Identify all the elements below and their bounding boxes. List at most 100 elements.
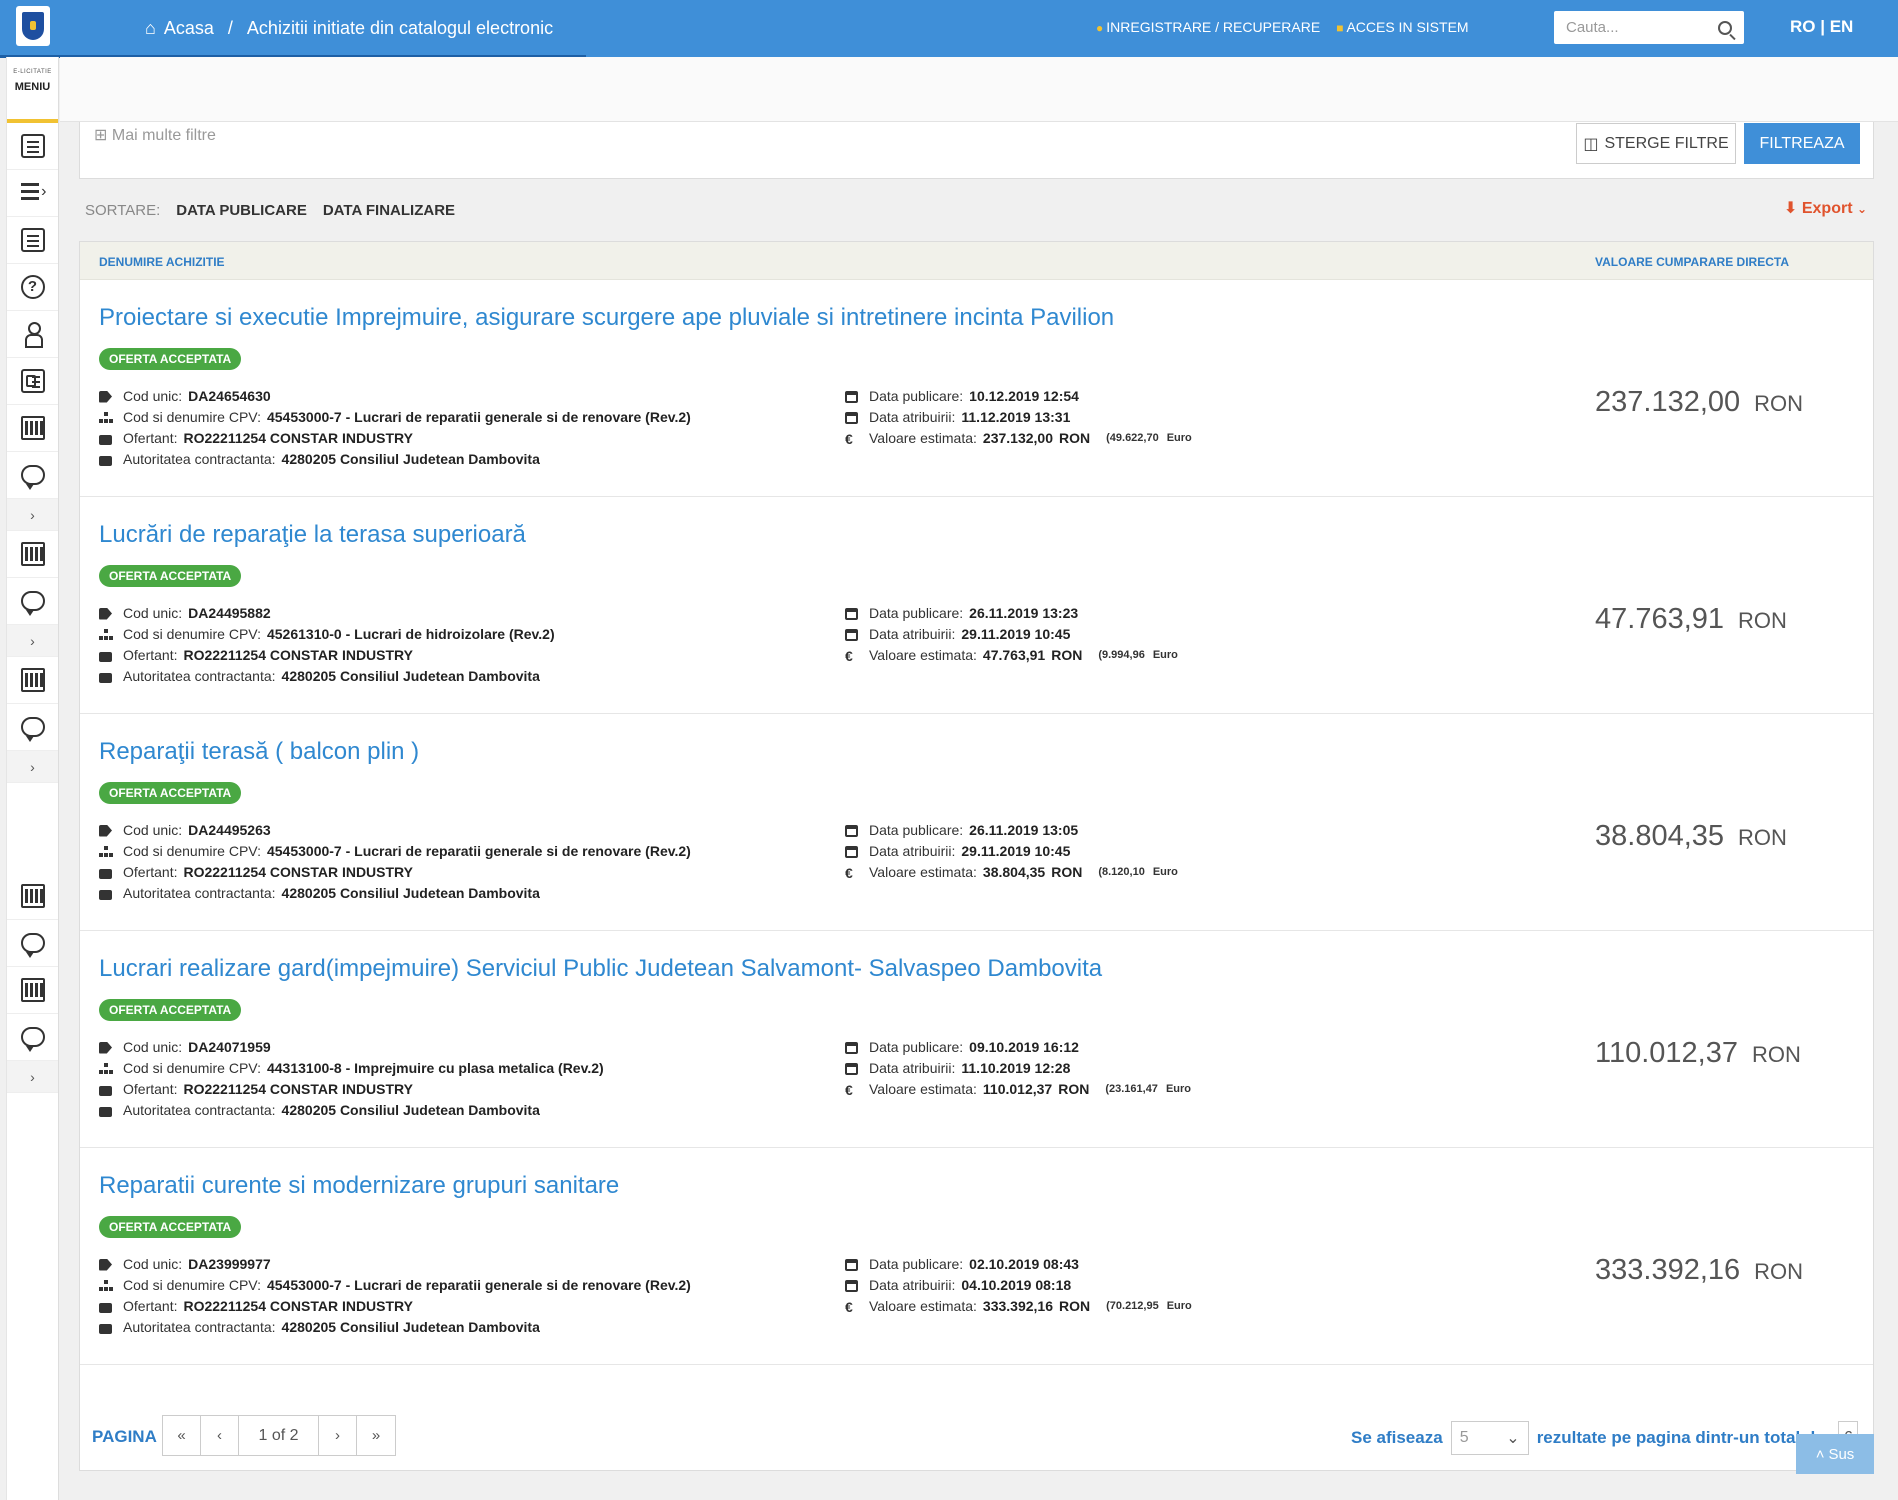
- procurement-title-link[interactable]: Lucrari realizare gard(impejmuire) Servi…: [99, 955, 1102, 983]
- search-input[interactable]: Cauta...: [1554, 11, 1744, 44]
- estimated-value: 110.012,37: [982, 1081, 1053, 1097]
- euro-label: Euro: [1152, 866, 1178, 878]
- question-icon: ?: [20, 275, 45, 299]
- award-date: 11.12.2019 13:31: [961, 409, 1071, 425]
- details-right: Data publicare: 26.11.2019 13:05 Data atr…: [845, 820, 1178, 883]
- user-icon: [21, 322, 45, 348]
- procurement-title-link[interactable]: Reparaţii terasă ( balcon plin ): [99, 738, 419, 766]
- trash-icon: ◫: [1583, 135, 1599, 153]
- sidebar-item-documents[interactable]: [7, 123, 58, 170]
- sidebar-item-catalog-4[interactable]: [7, 873, 58, 920]
- sitemap-icon: [99, 1279, 112, 1292]
- procurement-title-link[interactable]: Proiectare si executie Imprejmuire, asig…: [99, 304, 1114, 332]
- breadcrumb-separator: /: [227, 18, 233, 38]
- sidebar-item-certificates[interactable]: [7, 217, 58, 264]
- per-page-select[interactable]: 5 ⌄: [1450, 1421, 1529, 1455]
- sidebar-expand-3[interactable]: ›: [7, 751, 58, 783]
- table-row: Lucrari realizare gard(impejmuire) Servi…: [80, 931, 1873, 1148]
- register-link[interactable]: ● INREGISTRARE / RECUPERARE: [1096, 19, 1320, 35]
- sitemap-icon: [99, 411, 112, 424]
- chat-icon: [20, 465, 45, 490]
- pagination: PAGINA « ‹ 1 of 2 › » Se afiseaza 5 ⌄ re…: [80, 1397, 1873, 1457]
- publish-date-line: Data publicare: 26.11.2019 13:05: [845, 820, 1178, 841]
- sidebar-expand-1[interactable]: ›: [7, 499, 58, 531]
- sidebar-expand-4[interactable]: ›: [7, 1061, 58, 1093]
- next-page-button[interactable]: ›: [319, 1416, 357, 1455]
- value-currency: RON: [1754, 391, 1804, 416]
- search-icon[interactable]: [1718, 20, 1732, 35]
- euro-label: Euro: [1166, 432, 1192, 444]
- briefcase-icon: [99, 651, 112, 662]
- sidebar-item-chat-5[interactable]: [7, 1014, 58, 1061]
- clear-filters-button[interactable]: ◫ STERGE FILTRE: [1576, 123, 1736, 164]
- sidebar-item-chat-3[interactable]: [7, 704, 58, 751]
- procurement-title-link[interactable]: Lucrări de reparaţie la terasa superioar…: [99, 521, 526, 549]
- procurement-title-link[interactable]: Reparatii curente si modernizare grupuri…: [99, 1172, 619, 1200]
- euro-label: Euro: [1165, 1083, 1191, 1095]
- menu-label[interactable]: MENIU: [7, 81, 58, 93]
- euro-icon: €: [845, 430, 853, 447]
- chevron-down-icon: ⌄: [1856, 202, 1868, 216]
- sort-bar: SORTARE: DATA PUBLICARE DATA FINALIZARE: [85, 202, 455, 219]
- status-badge: OFERTA ACCEPTATA: [99, 782, 242, 804]
- more-filters-toggle[interactable]: ⊞ Mai multe filtre: [94, 125, 216, 145]
- sidebar-item-catalog-3[interactable]: [7, 657, 58, 704]
- publish-date: 10.12.2019 12:54: [969, 388, 1079, 404]
- export-button[interactable]: ⬇ Export ⌄: [1784, 198, 1867, 218]
- sidebar-item-contacts[interactable]: [7, 358, 58, 405]
- euro-value: (49.622,70: [1106, 432, 1159, 444]
- award-date: 29.11.2019 10:45: [961, 626, 1071, 642]
- cpv-code: 45453000-7 - Lucrari de reparatii genera…: [266, 1277, 691, 1293]
- euro-value: (70.212,95: [1106, 1300, 1159, 1312]
- sort-label: SORTARE:: [85, 202, 161, 219]
- unique-code: DA24654630: [188, 388, 271, 404]
- sub-header: [60, 57, 1898, 122]
- scroll-top-button[interactable]: ˄ Sus: [1796, 1434, 1874, 1474]
- sidebar-item-catalog-2[interactable]: [7, 531, 58, 578]
- prev-page-button[interactable]: ‹: [201, 1416, 239, 1455]
- sort-finish-date[interactable]: DATA FINALIZARE: [323, 202, 455, 219]
- publish-date: 09.10.2019 16:12: [969, 1039, 1079, 1055]
- sidebar-item-chat-1[interactable]: [7, 452, 58, 499]
- language-switch[interactable]: RO | EN: [1790, 17, 1853, 37]
- calendar-icon: [845, 607, 858, 620]
- catalog-icon: [20, 978, 45, 1002]
- sidebar-item-chat-2[interactable]: [7, 578, 58, 625]
- catalog-icon: [20, 668, 45, 692]
- sort-publish-date[interactable]: DATA PUBLICARE: [176, 202, 307, 219]
- results-list: Proiectare si executie Imprejmuire, asig…: [80, 280, 1873, 1365]
- filter-button[interactable]: FILTREAZA: [1744, 123, 1860, 164]
- sidebar-expand-2[interactable]: ›: [7, 625, 58, 657]
- authority-line: Autoritatea contractanta: 4280205 Consili…: [99, 666, 555, 687]
- unique-code-line: Cod unic: DA24495882: [99, 603, 555, 624]
- status-badge: OFERTA ACCEPTATA: [99, 565, 242, 587]
- euro-icon: €: [845, 1081, 853, 1098]
- logo[interactable]: [16, 6, 50, 46]
- sidebar-item-catalog-5[interactable]: [7, 967, 58, 1014]
- unique-code: DA24495263: [188, 822, 271, 838]
- unique-code: DA24071959: [188, 1039, 271, 1055]
- home-icon[interactable]: ⌂: [145, 18, 156, 39]
- sidebar-item-catalog-1[interactable]: [7, 405, 58, 452]
- authority-line: Autoritatea contractanta: 4280205 Consili…: [99, 883, 691, 904]
- sidebar-item-list[interactable]: [7, 170, 58, 217]
- briefcase-icon: [99, 1085, 112, 1096]
- sidebar-item-chat-4[interactable]: [7, 920, 58, 967]
- page-label: PAGINA: [92, 1427, 157, 1446]
- sidebar-item-help[interactable]: ?: [7, 264, 58, 311]
- login-link[interactable]: ■ ACCES IN SISTEM: [1336, 19, 1468, 35]
- chat-icon: [20, 1027, 45, 1052]
- results-table: DENUMIRE ACHIZITIE VALOARE CUMPARARE DIR…: [79, 241, 1874, 1471]
- sidebar-item-user[interactable]: [7, 311, 58, 358]
- breadcrumb-home[interactable]: Acasa: [164, 18, 214, 39]
- value-currency: RON: [1738, 825, 1787, 850]
- first-page-button[interactable]: «: [163, 1416, 201, 1455]
- award-date: 11.10.2019 12:28: [961, 1060, 1071, 1076]
- last-page-button[interactable]: »: [357, 1416, 395, 1455]
- publish-date-line: Data publicare: 10.12.2019 12:54: [845, 386, 1192, 407]
- plus-square-icon: ⊞: [94, 127, 108, 144]
- unique-code: DA23999977: [188, 1256, 271, 1272]
- table-header: DENUMIRE ACHIZITIE VALOARE CUMPARARE DIR…: [80, 242, 1873, 280]
- publish-date: 02.10.2019 08:43: [969, 1256, 1079, 1272]
- calendar-icon: [845, 1279, 858, 1292]
